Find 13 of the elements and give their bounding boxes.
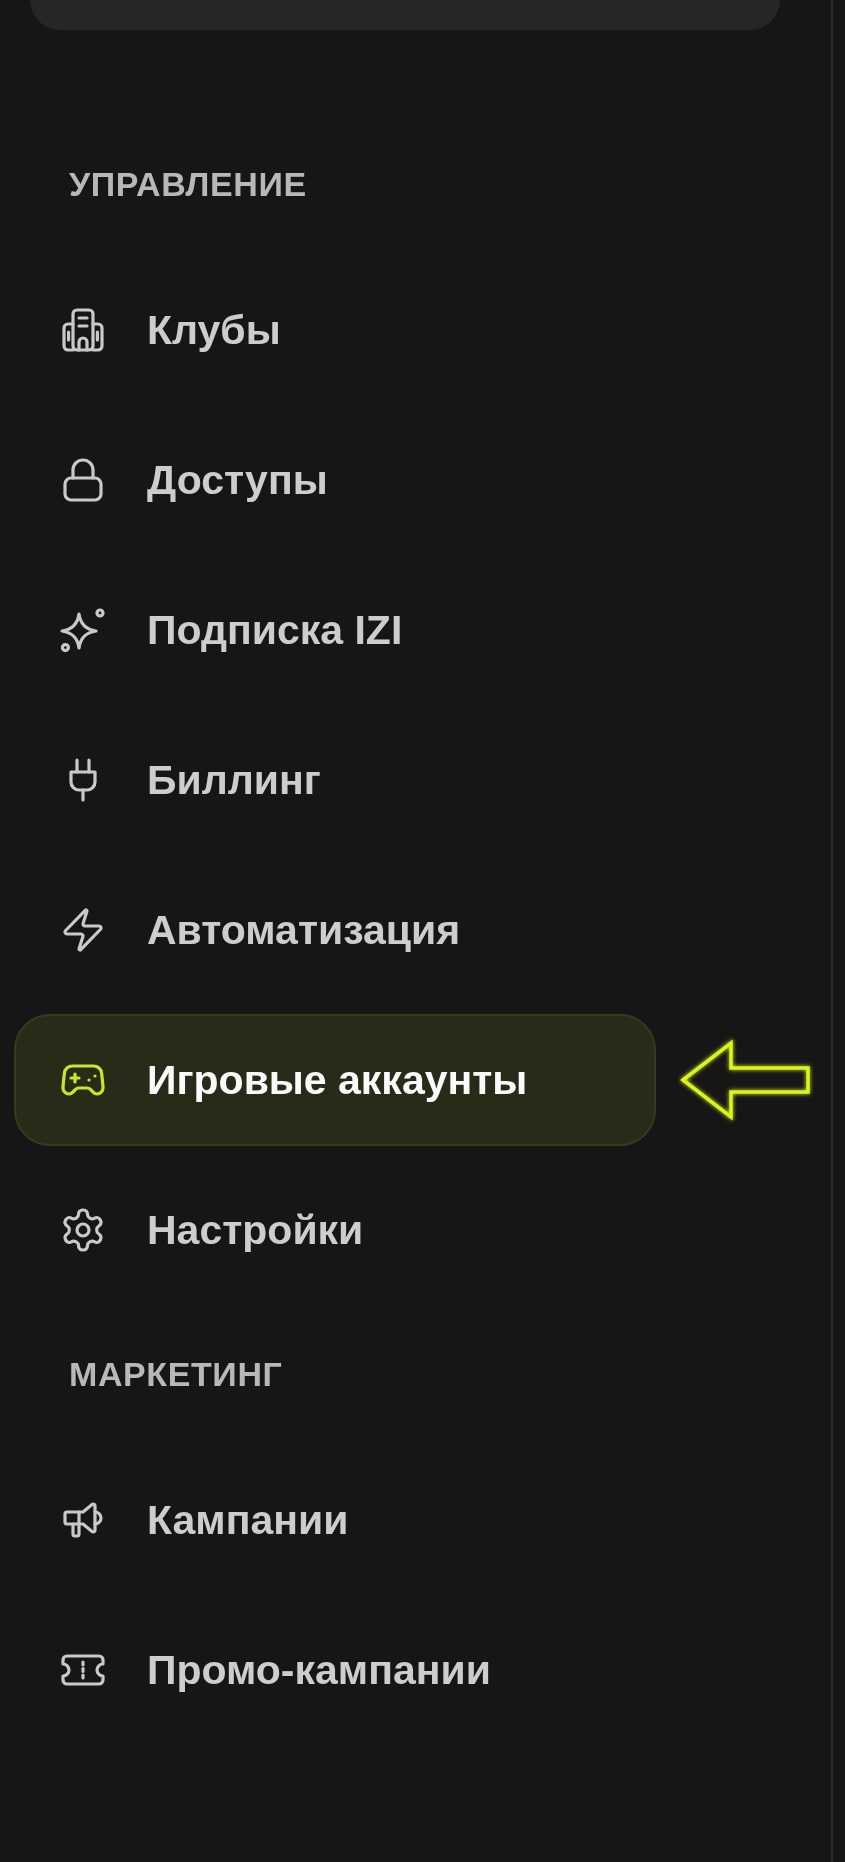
section-heading: МАРКЕТИНГ (69, 1355, 283, 1395)
nav-item[interactable]: Промо-кампании (14, 1604, 656, 1736)
building-icon (59, 306, 107, 354)
section-heading: УПРАВЛЕНИЕ (69, 165, 307, 205)
nav-item[interactable]: Кампании (14, 1454, 656, 1586)
nav-item[interactable]: Клубы (14, 264, 656, 396)
nav-item[interactable]: Настройки (14, 1164, 656, 1296)
nav-item[interactable]: Игровые аккаунты (14, 1014, 656, 1146)
nav-item[interactable]: Биллинг (14, 714, 656, 846)
nav-item[interactable]: Доступы (14, 414, 656, 546)
nav-item[interactable]: Автоматизация (14, 864, 656, 996)
sparkle-icon (59, 606, 107, 654)
nav-item[interactable]: Подписка IZI (14, 564, 656, 696)
